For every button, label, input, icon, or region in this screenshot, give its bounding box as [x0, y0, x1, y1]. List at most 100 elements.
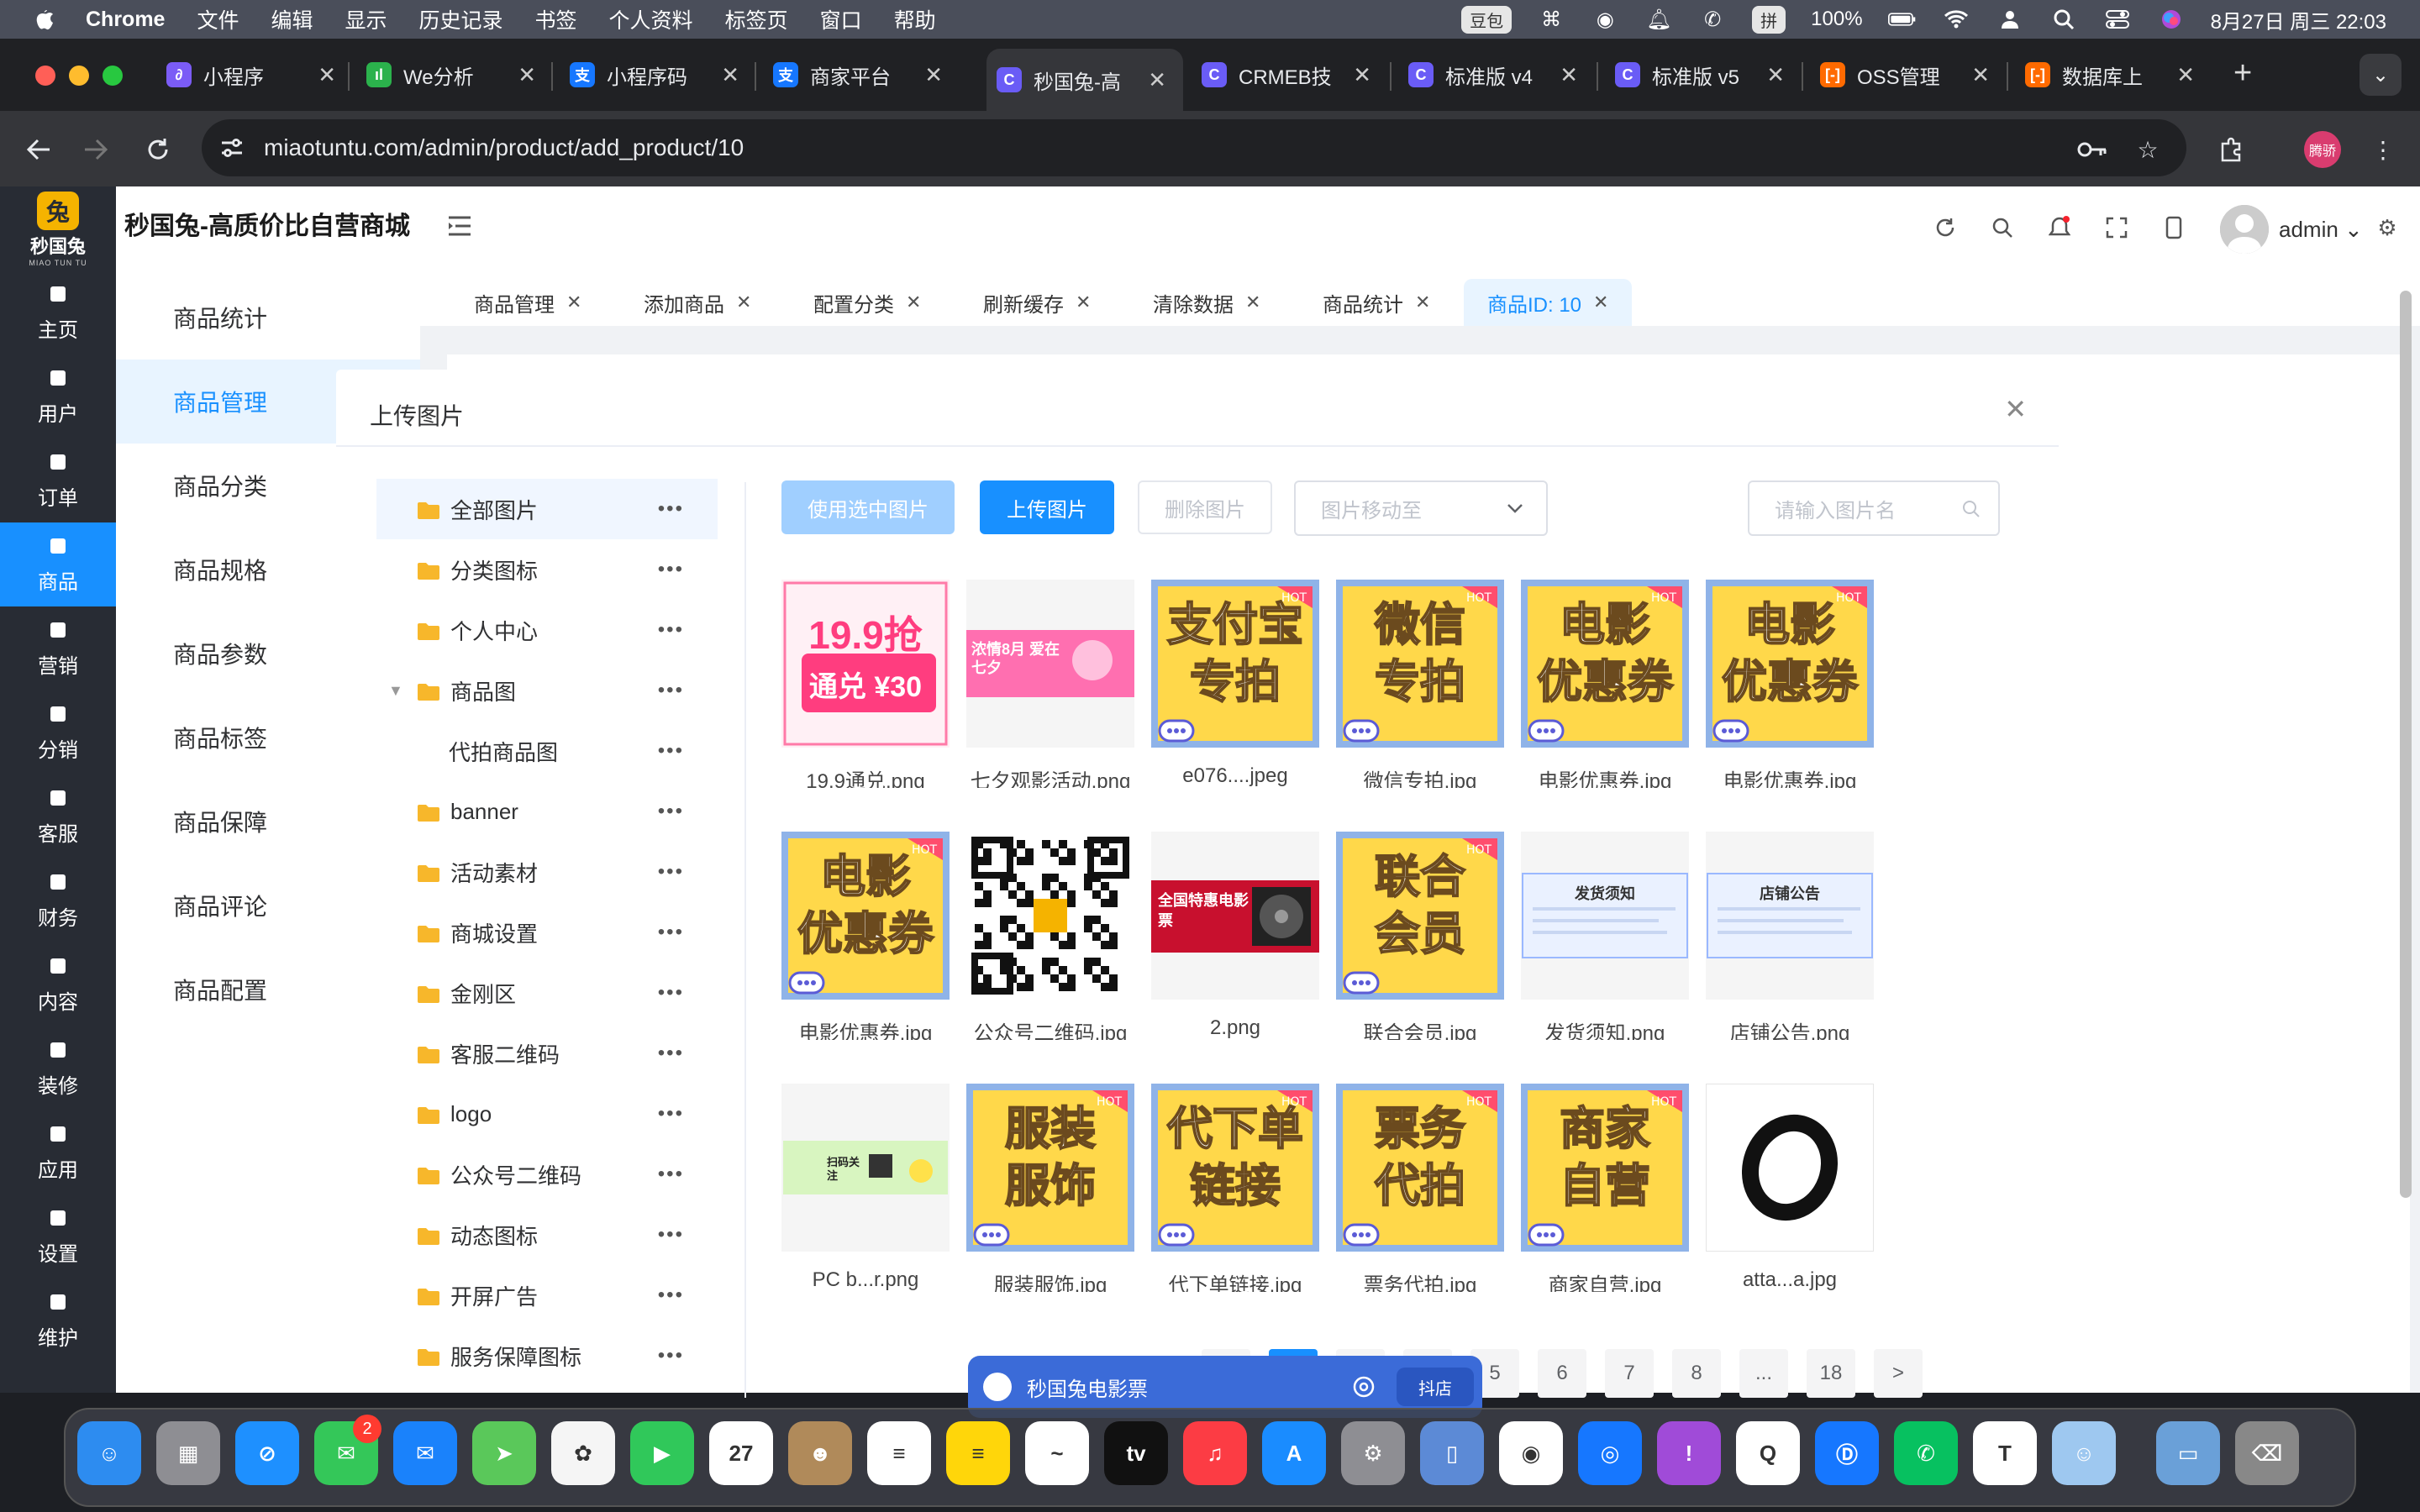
address-url[interactable]: miaotuntu.com/admin/product/add_product/…: [264, 134, 744, 161]
notification-bell-icon[interactable]: 🔔︎: [1644, 7, 1673, 32]
page-tab[interactable]: 添加商品 ✕: [620, 279, 775, 326]
browser-tab[interactable]: ∂ 小程序 ✕: [156, 52, 353, 97]
window-zoom-button[interactable]: [103, 66, 123, 86]
image-item[interactable]: 发货须知 发货须知.png: [1521, 832, 1689, 1058]
nav-service[interactable]: 客服: [0, 774, 116, 858]
forward-button[interactable]: [77, 131, 114, 168]
more-options-icon[interactable]: •••: [658, 1284, 684, 1307]
browser-tab[interactable]: C 秒国兔-高 ✕: [986, 49, 1183, 111]
image-thumbnail[interactable]: 19.9抢 通兑 ¥30: [781, 580, 950, 748]
image-thumbnail[interactable]: 浓情8月 爱在七夕: [966, 580, 1134, 748]
folder-item[interactable]: 客服二维码 •••: [376, 1023, 718, 1084]
folder-item[interactable]: logo •••: [376, 1084, 718, 1144]
tab-close-icon[interactable]: ✕: [906, 291, 921, 313]
more-options-icon[interactable]: •••: [658, 558, 684, 581]
siri-icon[interactable]: [2157, 7, 2186, 32]
dock-feedback[interactable]: !: [1657, 1421, 1721, 1485]
menu-help[interactable]: 帮助: [894, 4, 936, 34]
image-item[interactable]: HOT 票务 代拍 票务代拍.jpg: [1336, 1084, 1504, 1310]
more-options-icon[interactable]: •••: [658, 1344, 684, 1368]
dock-notes[interactable]: ≡: [946, 1421, 1010, 1485]
dock-safari[interactable]: ⊘: [235, 1421, 299, 1485]
dock-qq[interactable]: Q: [1736, 1421, 1800, 1485]
more-options-icon[interactable]: •••: [658, 981, 684, 1005]
profile-avatar[interactable]: 腾骄: [2304, 131, 2341, 168]
wifi-icon[interactable]: [1942, 7, 1970, 32]
image-thumbnail[interactable]: HOT 票务 代拍: [1336, 1084, 1504, 1252]
image-item[interactable]: 公众号二维码.jpg: [966, 832, 1134, 1058]
folder-item[interactable]: banner •••: [376, 781, 718, 842]
page-tab[interactable]: 商品ID: 10 ✕: [1464, 279, 1633, 326]
caret-down-icon[interactable]: ▼: [388, 682, 405, 700]
browser-tab[interactable]: ıl We分析 ✕: [356, 52, 553, 97]
browser-tab[interactable]: [-] 数据库上 ✕: [2015, 52, 2212, 97]
image-item[interactable]: HOT 电影 优惠券 电影优惠券.jpg: [1521, 580, 1689, 806]
nav-maintenance[interactable]: 维护: [0, 1278, 116, 1362]
page-button[interactable]: ...: [1739, 1349, 1788, 1398]
user-menu[interactable]: admin ⌄: [2279, 217, 2363, 243]
image-item[interactable]: HOT 电影 优惠券 电影优惠券.jpg: [1706, 580, 1874, 806]
user-avatar[interactable]: [2220, 205, 2269, 254]
use-selected-button[interactable]: 使用选中图片: [781, 480, 955, 534]
menubar-clock[interactable]: 8月27日 周三 22:03: [2211, 5, 2386, 34]
folder-item[interactable]: 服务保障图标 •••: [376, 1326, 718, 1386]
page-button[interactable]: >: [1874, 1349, 1923, 1398]
apple-icon[interactable]: [32, 7, 57, 32]
menu-bookmarks[interactable]: 书签: [535, 4, 577, 34]
user-switch-icon[interactable]: [1996, 7, 2024, 32]
folder-item[interactable]: 金刚区 •••: [376, 963, 718, 1023]
dock-photos[interactable]: ✿: [551, 1421, 615, 1485]
dock-mail[interactable]: ✉: [393, 1421, 457, 1485]
password-key-icon[interactable]: [2074, 131, 2111, 168]
browser-tab[interactable]: [-] OSS管理 ✕: [1810, 52, 2007, 97]
page-tab[interactable]: 配置分类 ✕: [790, 279, 944, 326]
browser-tab[interactable]: C CRMEB技 ✕: [1192, 52, 1388, 97]
menu-tabs[interactable]: 标签页: [725, 4, 788, 34]
tab-close-icon[interactable]: ✕: [1971, 62, 1990, 88]
dock-reminders[interactable]: ≡: [867, 1421, 931, 1485]
more-options-icon[interactable]: •••: [658, 739, 684, 763]
more-options-icon[interactable]: •••: [658, 1042, 684, 1065]
dock-trash[interactable]: ⌫: [2235, 1421, 2299, 1485]
image-item[interactable]: 扫码关注 PC b...r.png: [781, 1084, 950, 1310]
nav-content[interactable]: 内容: [0, 942, 116, 1026]
browser-tab[interactable]: 支商家平台 ✕: [763, 52, 960, 97]
dock-iphone-mirroring[interactable]: ▯: [1420, 1421, 1484, 1485]
dock-appstore[interactable]: A: [1262, 1421, 1326, 1485]
more-options-icon[interactable]: •••: [658, 921, 684, 944]
image-thumbnail[interactable]: [1706, 1084, 1874, 1252]
more-options-icon[interactable]: •••: [658, 618, 684, 642]
extensions-icon[interactable]: [2213, 131, 2250, 168]
page-button[interactable]: 18: [1807, 1349, 1855, 1398]
dock-contacts[interactable]: ☻: [788, 1421, 852, 1485]
folder-item[interactable]: 全部图片 •••: [376, 479, 718, 539]
notification-icon[interactable]: [2047, 215, 2072, 240]
image-item[interactable]: HOT 微信 专拍 微信专拍.jpg: [1336, 580, 1504, 806]
more-options-icon[interactable]: •••: [658, 497, 684, 521]
move-to-folder-select[interactable]: 图片移动至: [1294, 480, 1548, 536]
more-options-icon[interactable]: •••: [658, 860, 684, 884]
tab-search-button[interactable]: ⌄: [2360, 54, 2402, 96]
more-options-icon[interactable]: •••: [658, 1223, 684, 1247]
submenu-item[interactable]: 商品统计: [116, 276, 420, 360]
wechat-status-icon[interactable]: ✆: [1698, 7, 1727, 32]
menu-view[interactable]: 显示: [345, 4, 387, 34]
image-item[interactable]: 19.9抢 通兑 ¥30 19.9通兑.png: [781, 580, 950, 806]
window-minimize-button[interactable]: [69, 66, 89, 86]
folder-item[interactable]: 动态图标 •••: [376, 1205, 718, 1265]
image-item[interactable]: HOT 支付宝 专拍 e076....jpeg: [1151, 580, 1319, 806]
tab-close-icon[interactable]: ✕: [1560, 62, 1578, 88]
back-button[interactable]: [20, 131, 57, 168]
dock-launchpad[interactable]: ▦: [156, 1421, 220, 1485]
image-thumbnail[interactable]: [966, 832, 1134, 1000]
window-close-button[interactable]: [35, 66, 55, 86]
dock-browser[interactable]: ◎: [1578, 1421, 1642, 1485]
tab-close-icon[interactable]: ✕: [518, 62, 536, 88]
input-method-pinyin[interactable]: 拼: [1752, 5, 1786, 34]
tab-close-icon[interactable]: ✕: [924, 62, 943, 88]
folder-item[interactable]: ▼ 商品图 •••: [376, 660, 718, 721]
settings-gear-icon[interactable]: ⚙: [2375, 215, 2400, 240]
mobile-preview-icon[interactable]: [2161, 215, 2186, 240]
app-logo[interactable]: 兔 秒国兔 MIAO TUN TU: [18, 192, 97, 267]
page-button[interactable]: 7: [1605, 1349, 1654, 1398]
